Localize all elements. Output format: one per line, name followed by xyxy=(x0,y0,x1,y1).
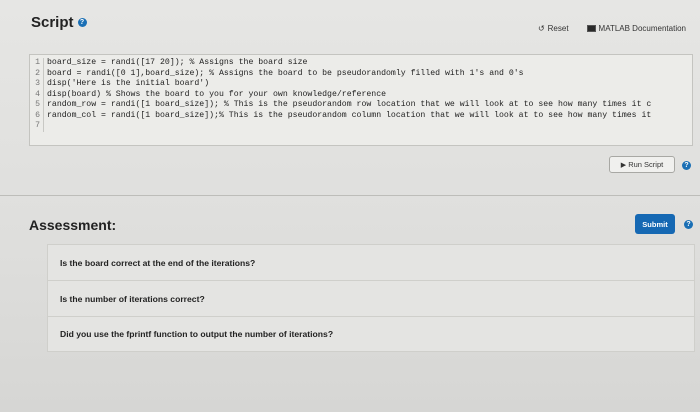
submit-button[interactable]: Submit xyxy=(635,214,675,234)
script-help-icon[interactable]: ? xyxy=(77,18,87,27)
code-line: 7 xyxy=(30,121,692,132)
code-line: 3 disp('Here is the initial board') xyxy=(30,79,692,90)
matlab-docs-icon xyxy=(586,25,596,32)
code-line: 5 random_row = randi([1 board_size]); % … xyxy=(30,100,692,111)
assessment-item[interactable]: Is the board correct at the end of the i… xyxy=(47,244,695,280)
run-script-button[interactable]: ▶ Run Script xyxy=(609,156,675,173)
assessment-item[interactable]: Did you use the fprintf function to outp… xyxy=(47,316,695,352)
code-text: disp('Here is the initial board') xyxy=(47,79,210,88)
reset-arrow-icon: ↺ xyxy=(537,24,545,33)
code-text: disp(board) % Shows the board to you for… xyxy=(47,89,387,99)
page: Script ? ↺ Reset MATLAB Documentation 1 … xyxy=(0,0,700,412)
top-actions: ↺ Reset MATLAB Documentation xyxy=(538,24,686,33)
run-help-icon[interactable]: ? xyxy=(682,161,691,170)
script-header: Script ? xyxy=(31,14,87,31)
submit-help-icon[interactable]: ? xyxy=(684,220,693,229)
line-number: 7 xyxy=(30,121,44,132)
section-divider xyxy=(0,195,700,196)
page-title: Script xyxy=(31,14,74,31)
code-text: random_col = randi([1 board_size]);% Thi… xyxy=(47,110,652,120)
code-text: random_row = randi([1 board_size]); % Th… xyxy=(47,100,652,109)
code-line: 6 random_col = randi([1 board_size]);% T… xyxy=(30,110,692,121)
code-editor[interactable]: 1 board_size = randi([17 20]); % Assigns… xyxy=(29,54,693,146)
run-script-label: Run Script xyxy=(628,160,664,169)
code-line: 2 board = randi([0 1],board_size); % Ass… xyxy=(30,68,692,79)
matlab-documentation-link[interactable]: MATLAB Documentation xyxy=(586,24,686,33)
assessment-item-text: Is the board correct at the end of the i… xyxy=(60,257,256,268)
line-number: 5 xyxy=(30,100,44,111)
line-number: 2 xyxy=(30,68,44,79)
code-text: board = randi([0 1],board_size); % Assig… xyxy=(47,68,524,78)
assessment-item-text: Is the number of iterations correct? xyxy=(60,293,205,304)
code-text: board_size = randi([17 20]); % Assigns t… xyxy=(47,58,308,67)
assessment-title: Assessment: xyxy=(29,217,117,233)
line-number: 3 xyxy=(30,79,44,90)
line-number: 6 xyxy=(30,110,44,121)
line-number: 1 xyxy=(30,58,44,69)
line-number: 4 xyxy=(30,89,44,100)
assessment-list: Is the board correct at the end of the i… xyxy=(47,244,695,352)
docs-label: MATLAB Documentation xyxy=(598,24,686,33)
assessment-item-text: Did you use the fprintf function to outp… xyxy=(60,329,334,339)
reset-button[interactable]: ↺ Reset xyxy=(538,24,569,33)
code-line: 4 disp(board) % Shows the board to you f… xyxy=(30,89,692,100)
assessment-item[interactable]: Is the number of iterations correct? xyxy=(47,280,695,316)
reset-label: Reset xyxy=(547,24,569,33)
play-triangle-icon: ▶ xyxy=(620,161,627,169)
code-line: 1 board_size = randi([17 20]); % Assigns… xyxy=(30,58,692,69)
